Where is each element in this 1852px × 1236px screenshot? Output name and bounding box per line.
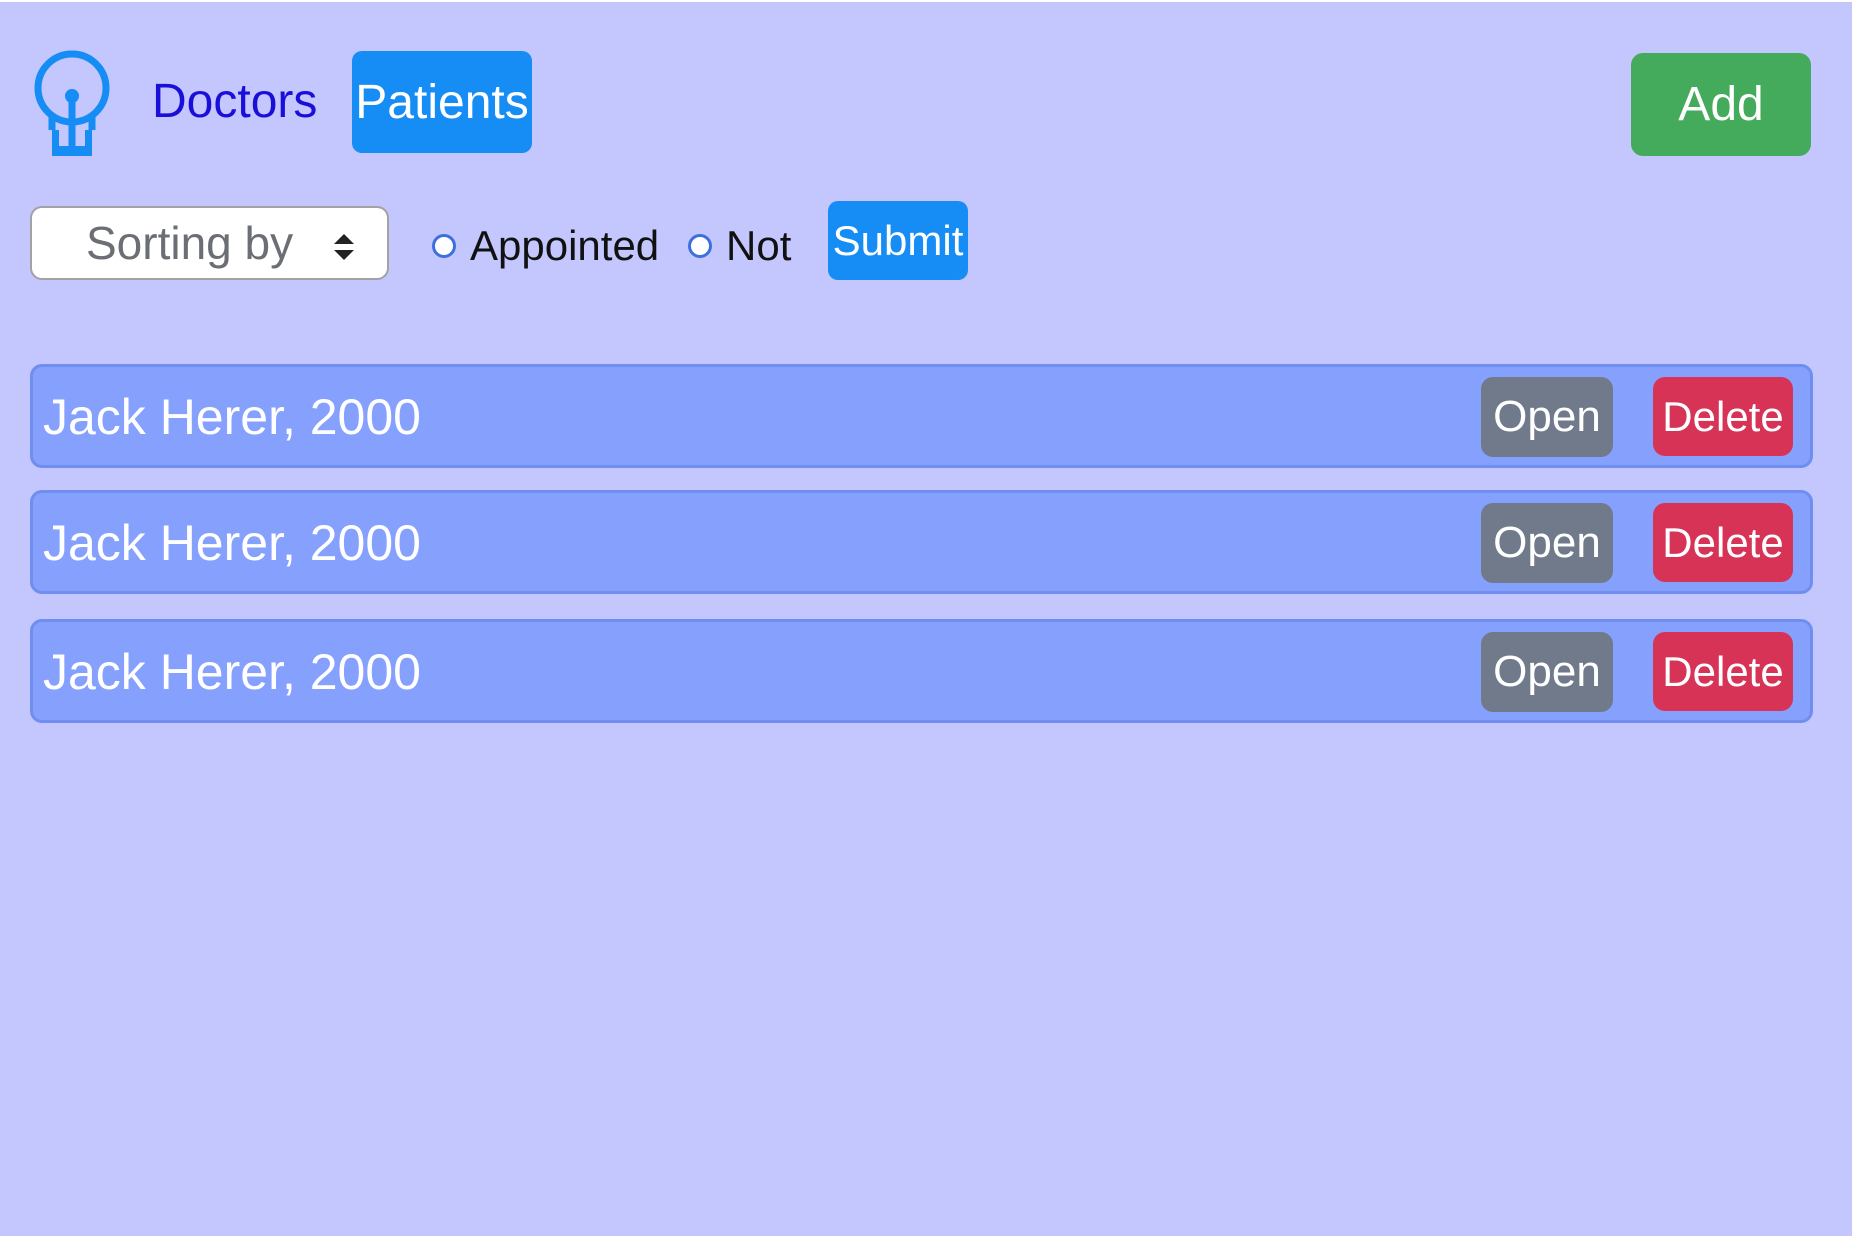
radio-not[interactable]: Not [688, 222, 791, 270]
list-item: Jack Herer, 2000 Open Delete [30, 364, 1813, 468]
sort-select-placeholder: Sorting by [86, 217, 294, 269]
list-item: Jack Herer, 2000 Open Delete [30, 490, 1813, 594]
radio-not-circle[interactable] [688, 234, 712, 258]
sort-select[interactable]: Sorting by [30, 206, 389, 280]
radio-appointed[interactable]: Appointed [432, 222, 659, 270]
open-button[interactable]: Open [1481, 503, 1613, 583]
radio-appointed-label: Appointed [470, 222, 660, 269]
open-button[interactable]: Open [1481, 632, 1613, 712]
delete-button[interactable]: Delete [1653, 503, 1793, 582]
radio-appointed-circle[interactable] [432, 234, 456, 258]
sort-arrows-icon [334, 234, 354, 260]
submit-button[interactable]: Submit [828, 201, 968, 280]
add-button[interactable]: Add [1631, 53, 1811, 156]
lightbulb-icon[interactable] [28, 50, 116, 160]
list-item: Jack Herer, 2000 Open Delete [30, 619, 1813, 723]
top-border [0, 0, 1852, 2]
nav-patients-tab[interactable]: Patients [352, 51, 532, 153]
open-button[interactable]: Open [1481, 377, 1613, 457]
radio-not-label: Not [726, 222, 792, 269]
patient-name: Jack Herer, 2000 [43, 515, 421, 571]
nav-doctors-link[interactable]: Doctors [152, 74, 317, 130]
patient-name: Jack Herer, 2000 [43, 644, 421, 700]
delete-button[interactable]: Delete [1653, 377, 1793, 456]
patient-name: Jack Herer, 2000 [43, 389, 421, 445]
delete-button[interactable]: Delete [1653, 632, 1793, 711]
patient-list: Jack Herer, 2000 Open Delete Jack Herer,… [30, 364, 1813, 745]
